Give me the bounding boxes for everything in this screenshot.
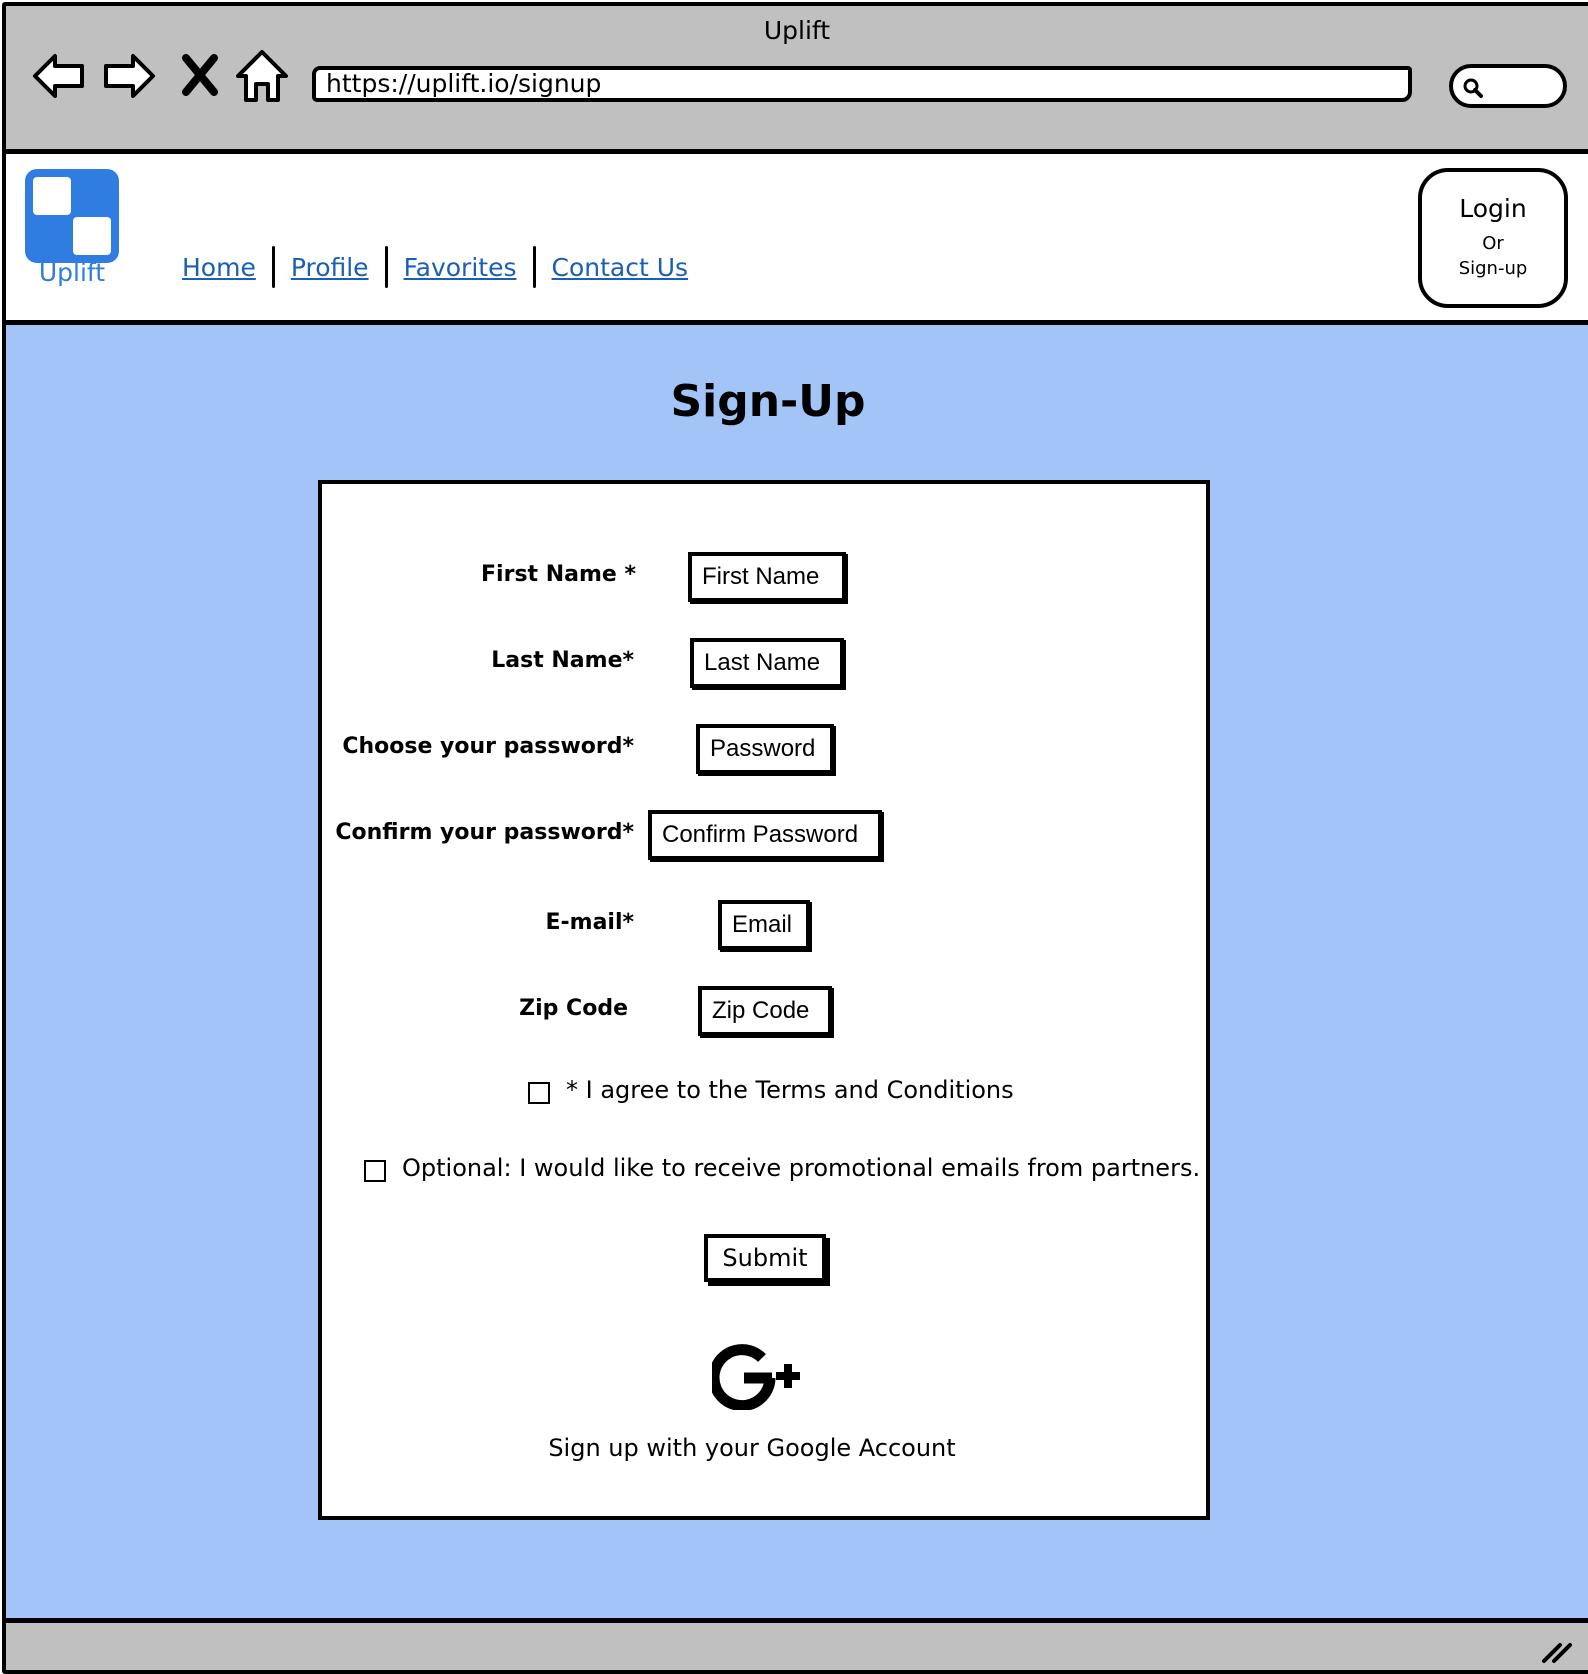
zip-code-field[interactable] [698, 986, 832, 1036]
first-name-label: First Name * [481, 562, 636, 587]
nav-divider [271, 246, 275, 288]
nav-divider [384, 246, 388, 288]
zip-code-label: Zip Code [519, 996, 628, 1021]
nav-favorites-link[interactable]: Favorites [404, 253, 517, 282]
logo-text: Uplift [38, 258, 106, 287]
nav-home-link[interactable]: Home [182, 253, 256, 282]
uplift-logo[interactable] [24, 168, 120, 264]
last-name-label: Last Name* [491, 648, 634, 673]
site-header: Uplift Home Profile Favorites Contact Us… [6, 154, 1588, 325]
signup-form: First Name * Last Name* Choose your pass… [318, 480, 1210, 1520]
terms-label: * I agree to the Terms and Conditions [566, 1076, 1014, 1104]
main-nav: Home Profile Favorites Contact Us [182, 246, 688, 288]
login-or-text: Or [1482, 233, 1504, 254]
email-label: E-mail* [545, 910, 634, 935]
confirm-password-label: Confirm your password* [335, 820, 634, 845]
password-field[interactable] [696, 724, 834, 774]
browser-toolbar: Uplift https://uplift.io/signup [6, 6, 1588, 154]
last-name-field[interactable] [690, 638, 844, 688]
window-title: Uplift [763, 16, 831, 45]
nav-profile-link[interactable]: Profile [291, 253, 369, 282]
google-signup-text[interactable]: Sign up with your Google Account [322, 1434, 1182, 1462]
terms-checkbox[interactable] [528, 1082, 550, 1104]
home-icon[interactable] [232, 46, 292, 106]
confirm-password-field[interactable] [648, 810, 882, 860]
resize-handle-icon[interactable] [1540, 1639, 1574, 1665]
url-bar[interactable]: https://uplift.io/signup [312, 66, 1412, 102]
login-label: Login [1459, 194, 1527, 223]
page-title: Sign-Up [670, 376, 866, 427]
nav-divider [532, 246, 536, 288]
close-icon[interactable] [174, 46, 234, 106]
password-label: Choose your password* [342, 734, 634, 759]
submit-button[interactable]: Submit [704, 1234, 826, 1282]
search-icon [1463, 78, 1483, 98]
email-field[interactable] [718, 900, 810, 950]
first-name-field[interactable] [688, 552, 846, 602]
promo-label: Optional: I would like to receive promot… [402, 1154, 1201, 1182]
login-signup-button[interactable]: Login Or Sign-up [1418, 168, 1568, 308]
google-plus-icon[interactable] [712, 1344, 812, 1410]
forward-arrow-icon[interactable] [98, 46, 158, 106]
signup-label: Sign-up [1458, 258, 1528, 279]
nav-contact-link[interactable]: Contact Us [552, 253, 689, 282]
browser-window: Uplift https://uplift.io/signup Uplift H… [2, 2, 1588, 1674]
promo-checkbox[interactable] [364, 1160, 386, 1182]
back-arrow-icon[interactable] [30, 46, 90, 106]
browser-status-bar [6, 1618, 1588, 1670]
search-input[interactable] [1449, 64, 1567, 108]
